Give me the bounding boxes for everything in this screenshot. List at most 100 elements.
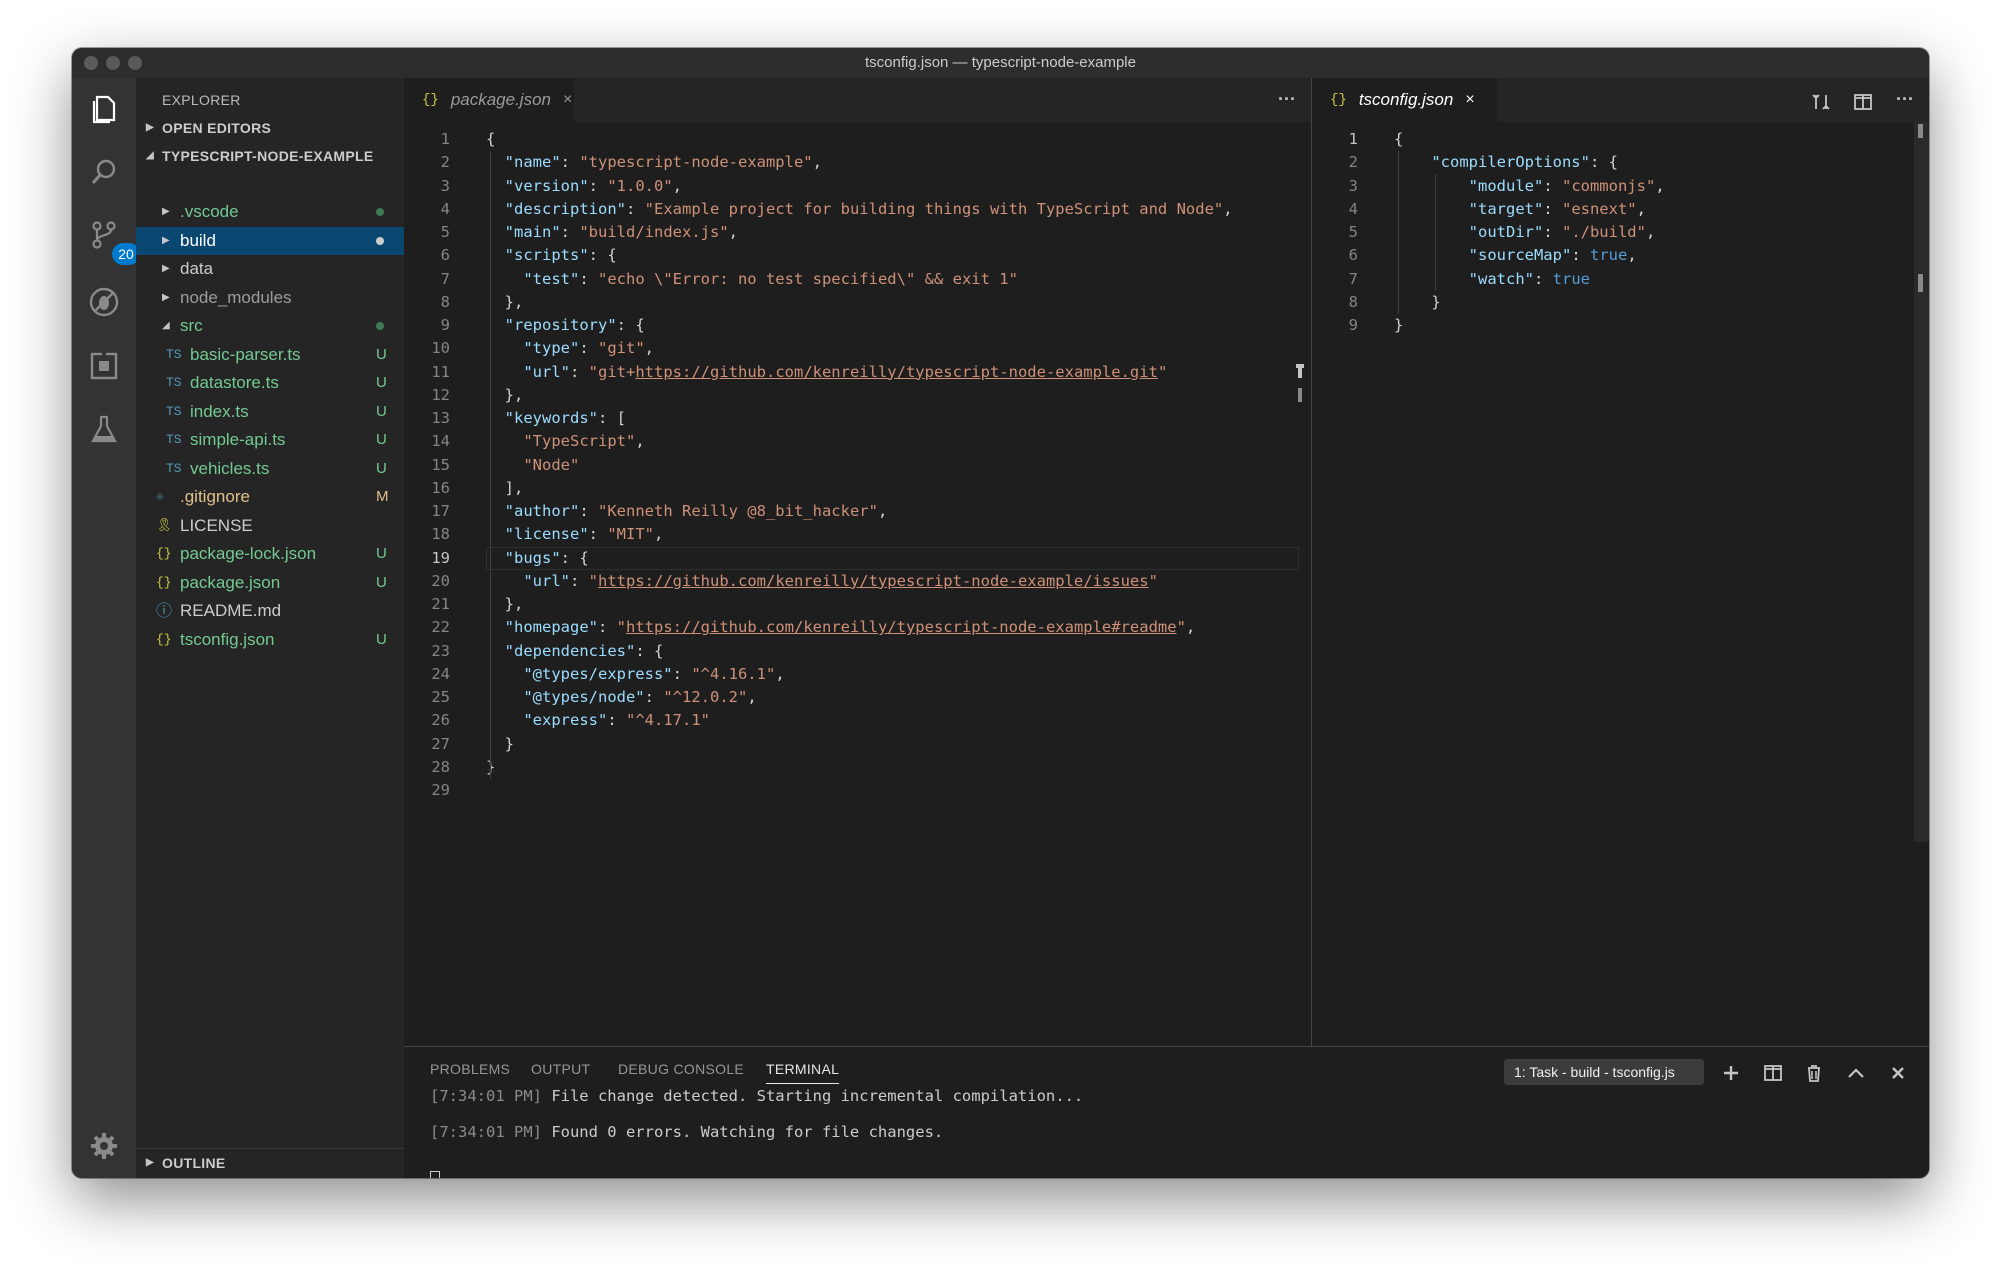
line-number: 1: [1348, 130, 1358, 148]
file-tree-item[interactable]: TS index.ts U: [136, 398, 404, 426]
line-number: 20: [431, 571, 450, 590]
file-tree-item[interactable]: TS datastore.ts U: [136, 369, 404, 397]
open-changes-icon[interactable]: [1806, 88, 1836, 114]
code-line: "target": "esnext",: [1468, 199, 1646, 218]
terminal-line: [7:34:01 PM] Found 0 errors. Watching fo…: [430, 1123, 944, 1141]
tab-output[interactable]: OUTPUT: [531, 1061, 590, 1077]
close-icon[interactable]: ×: [563, 91, 572, 109]
tab-tsconfig-json[interactable]: {} tsconfig.json ×: [1312, 78, 1497, 122]
right-editor-scrollbar[interactable]: [1914, 122, 1929, 842]
tab-debug-console[interactable]: DEBUG CONSOLE: [618, 1061, 744, 1077]
extensions-icon[interactable]: [82, 344, 126, 388]
file-tree-item[interactable]: ▶ .vscode: [136, 198, 404, 226]
line-number: 13: [431, 409, 450, 427]
bottom-panel: PROBLEMS OUTPUT DEBUG CONSOLE TERMINAL 1…: [404, 1046, 1929, 1178]
current-line-highlight: [486, 546, 1299, 570]
file-tree-label: build: [180, 230, 216, 250]
file-tree-item[interactable]: {} tsconfig.json U: [136, 626, 404, 654]
code-line: "sourceMap": true,: [1468, 246, 1637, 265]
terminal-line: [7:34:01 PM] File change detected. Start…: [430, 1087, 1084, 1105]
indent-guide: [490, 151, 491, 779]
line-number: 21: [431, 595, 450, 613]
code-line: "url": "git+https://github.com/kenreilly…: [523, 362, 1168, 381]
tab-terminal[interactable]: TERMINAL: [766, 1061, 840, 1084]
file-tree-item[interactable]: ▶ build: [136, 226, 404, 255]
code-line: "@types/express": "^4.16.1",: [523, 664, 785, 683]
debug-icon[interactable]: [82, 280, 126, 324]
outline-section[interactable]: ▶ OUTLINE: [136, 1148, 404, 1177]
chevron-right-icon: ▶: [146, 122, 154, 133]
explorer-title: EXPLORER: [162, 92, 241, 108]
file-tree-label: simple-api.ts: [190, 430, 286, 449]
editor-package-json[interactable]: 1{2 "name": "typescript-node-example", 3 …: [404, 122, 1311, 1046]
search-icon[interactable]: [82, 150, 126, 194]
typescript-file-icon: TS: [166, 403, 182, 419]
file-tree-label: data: [180, 259, 214, 278]
typescript-file-icon: TS: [166, 432, 182, 447]
tab-package-json[interactable]: {} package.json ×: [404, 78, 574, 122]
chevron-right-icon: ▶: [162, 234, 170, 246]
file-tree-item[interactable]: TS simple-api.ts U: [136, 426, 404, 454]
code-line: },: [486, 385, 524, 404]
line-number: 9: [440, 316, 450, 334]
file-tree-item[interactable]: 🎗 LICENSE: [136, 512, 404, 540]
line-number: 27: [431, 734, 450, 753]
chevron-up-icon[interactable]: [1842, 1059, 1870, 1087]
line-number: 11: [431, 362, 450, 381]
git-status-badge: U: [376, 374, 387, 391]
window-title: tsconfig.json — typescript-node-example: [865, 54, 1136, 71]
editor-tsconfig-json[interactable]: 1{2 "compilerOptions": {3 "module": "com…: [1312, 122, 1929, 1046]
file-tree-label: vehicles.ts: [190, 458, 270, 478]
file-tree-label: src: [180, 316, 203, 335]
source-control-icon[interactable]: 20: [82, 213, 140, 265]
close-panel-icon[interactable]: [1884, 1059, 1912, 1087]
file-tree-item[interactable]: ◈ .gitignore M: [136, 483, 404, 511]
line-number: 9: [1348, 316, 1358, 334]
chevron-right-icon: ▶: [146, 1157, 154, 1168]
file-tree-label: index.ts: [190, 401, 249, 421]
explorer-sidebar: EXPLORER ▶ OPEN EDITORS ◢ TYPESCRIPT-NOD…: [136, 78, 404, 1178]
line-number: 7: [440, 269, 450, 288]
chevron-down-icon: ◢: [162, 320, 170, 331]
file-tree-item[interactable]: {} package-lock.json U: [136, 540, 404, 568]
trash-icon[interactable]: [1800, 1059, 1828, 1087]
file-tree-label: .gitignore: [180, 487, 250, 506]
project-section[interactable]: ◢ TYPESCRIPT-NODE-EXAMPLE: [136, 142, 404, 170]
file-tree-item[interactable]: ◢ src: [136, 312, 404, 340]
json-file-icon: {}: [1330, 92, 1347, 108]
editor-tabs-right: {} tsconfig.json ×: [1312, 78, 1929, 122]
tab-problems[interactable]: PROBLEMS: [430, 1061, 510, 1077]
file-tree-item[interactable]: ⓘ README.md: [136, 597, 404, 625]
explorer-icon[interactable]: [82, 86, 126, 130]
terminal-select[interactable]: 1: Task - build - tsconfig.js: [1504, 1059, 1704, 1085]
code-line: "author": "Kenneth Reilly @8_bit_hacker"…: [504, 502, 888, 520]
line-number: 22: [431, 618, 450, 637]
git-status-badge: U: [376, 545, 387, 562]
file-tree-item[interactable]: {} package.json U: [136, 569, 404, 597]
line-number: 28: [431, 757, 450, 776]
line-number: 14: [431, 432, 450, 451]
split-editor-icon[interactable]: [1848, 88, 1878, 114]
file-tree-item[interactable]: ▶ node_modules: [136, 284, 404, 312]
file-tree-item[interactable]: TS basic-parser.ts U: [136, 341, 404, 369]
indent-guide: [1435, 174, 1436, 291]
settings-gear-icon[interactable]: [82, 1124, 126, 1168]
terminal-cursor[interactable]: [430, 1171, 440, 1178]
line-number: 7: [1348, 269, 1358, 288]
test-icon[interactable]: [82, 407, 126, 451]
code-line: "main": "build/index.js",: [504, 223, 738, 241]
more-actions-button[interactable]: ···: [1272, 86, 1302, 112]
file-tree-item[interactable]: ▶ data: [136, 255, 404, 283]
code-line: }: [1394, 316, 1404, 334]
file-tree-item[interactable]: TS vehicles.ts U: [136, 455, 404, 483]
line-number: 3: [1348, 176, 1358, 195]
split-terminal-icon[interactable]: [1759, 1059, 1787, 1087]
more-actions-button[interactable]: ···: [1890, 86, 1920, 112]
git-status-dot: [376, 322, 384, 330]
close-icon[interactable]: ×: [1465, 91, 1474, 109]
open-editors-section[interactable]: ▶ OPEN EDITORS: [136, 114, 404, 142]
line-number: 19: [431, 548, 450, 567]
git-status-badge: U: [376, 345, 387, 363]
new-terminal-icon[interactable]: [1717, 1059, 1745, 1087]
overview-ruler-marker: [1298, 388, 1302, 402]
